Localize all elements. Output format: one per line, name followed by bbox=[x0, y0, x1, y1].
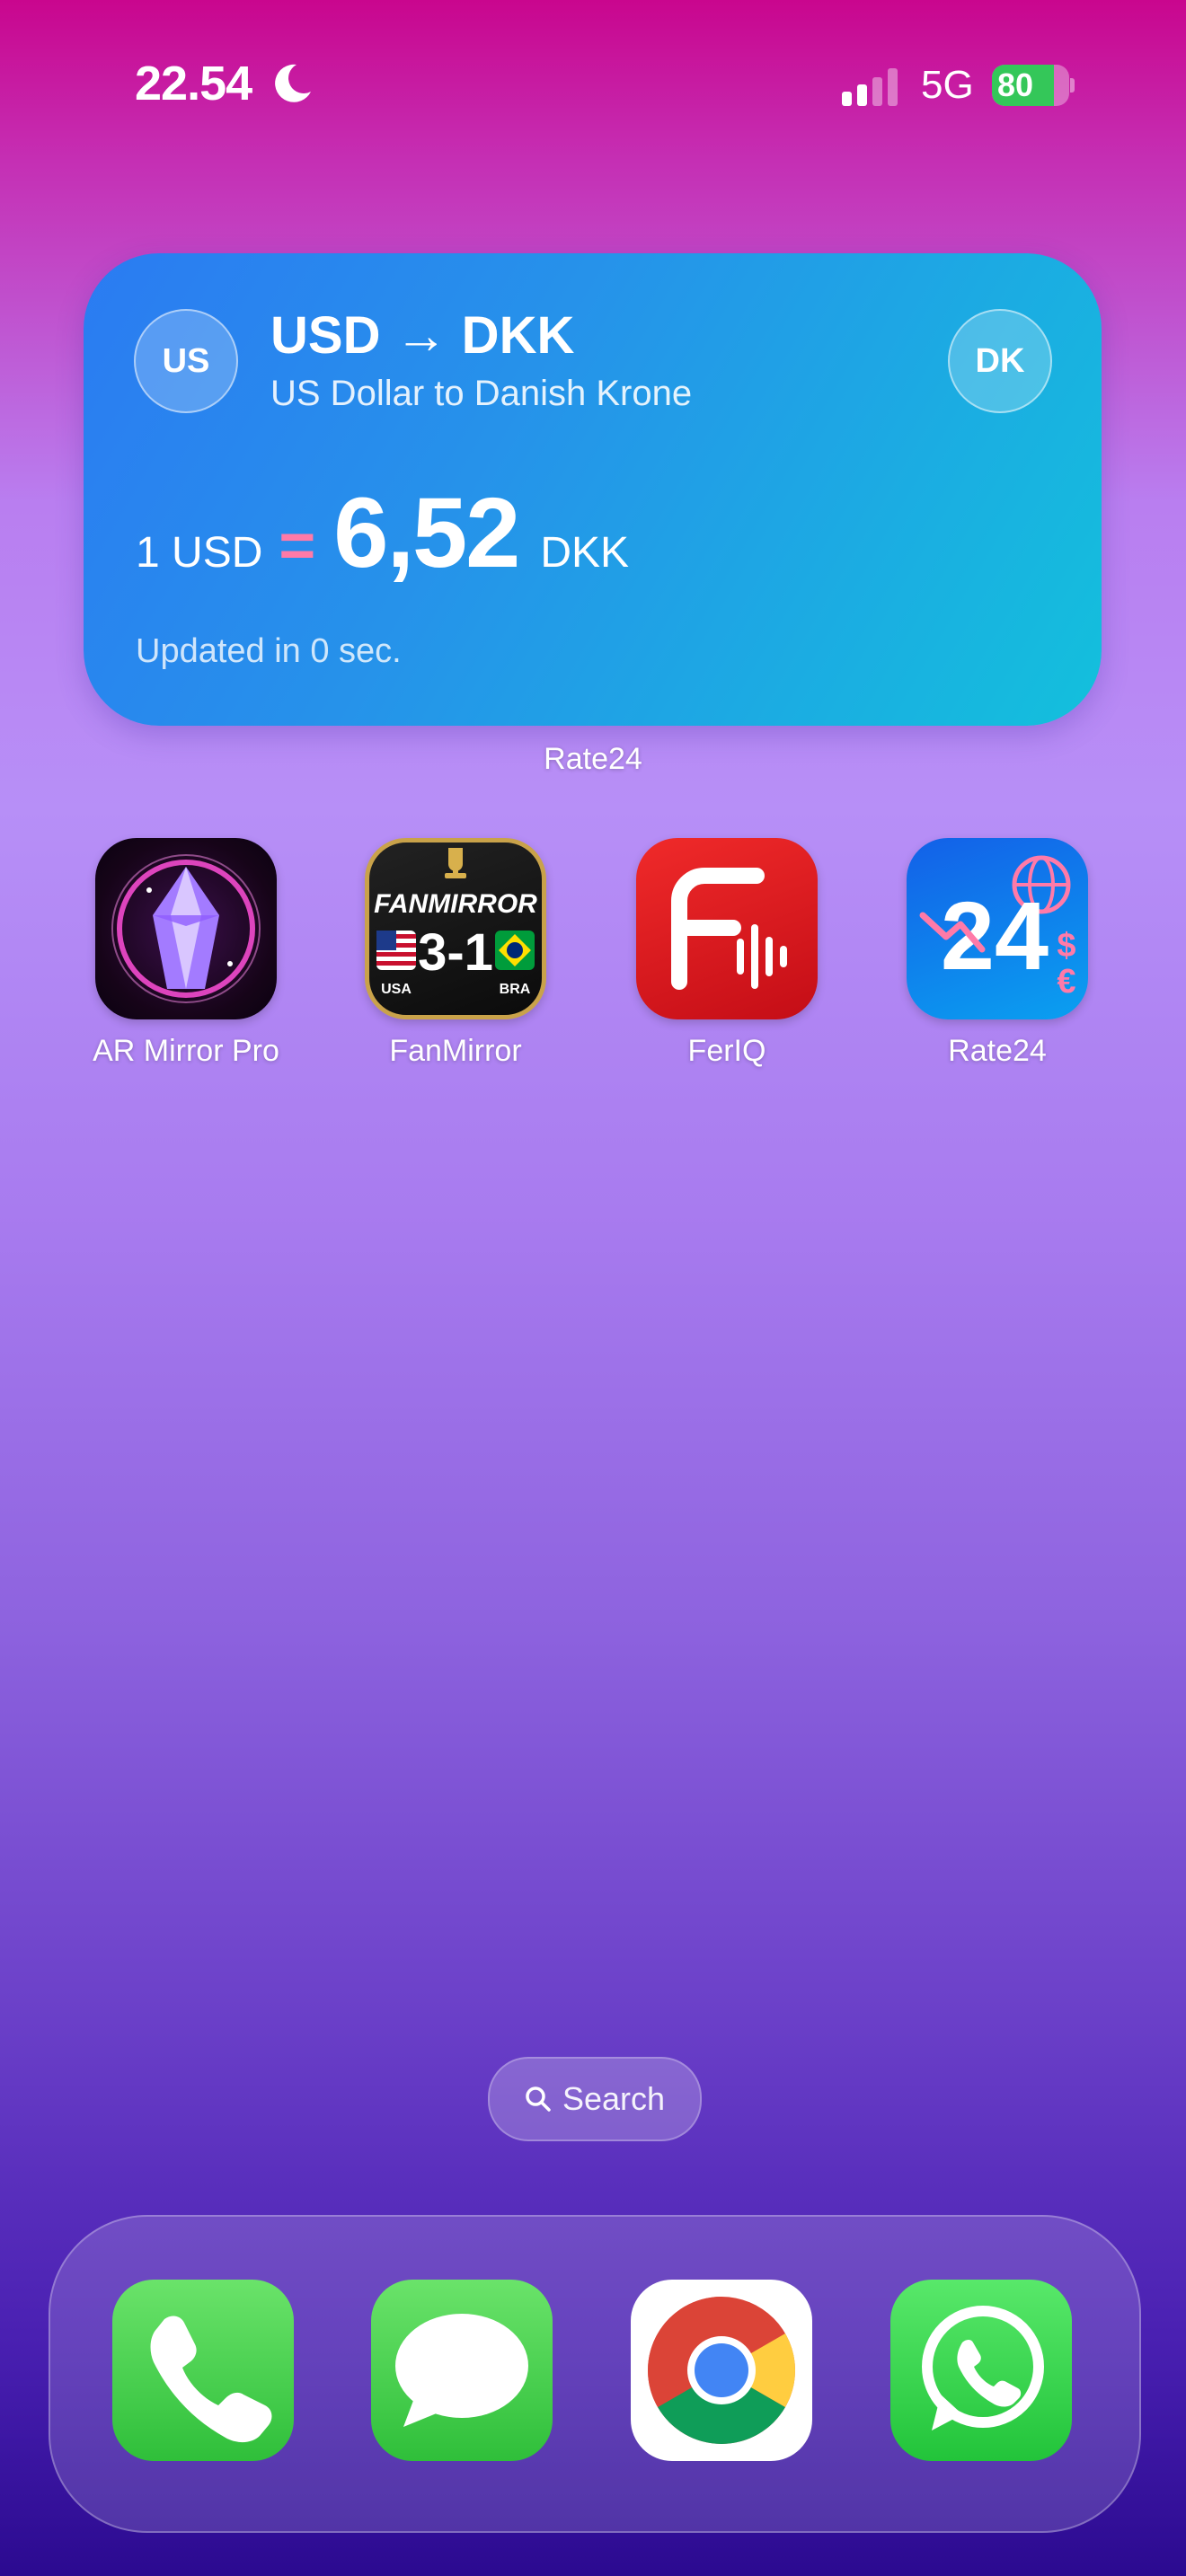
moon-icon bbox=[275, 64, 311, 102]
chrome-icon[interactable] bbox=[631, 2280, 812, 2461]
fanmirror-brand: FANMIRROR bbox=[374, 889, 537, 919]
whatsapp-icon[interactable] bbox=[890, 2280, 1072, 2461]
svg-text:€: € bbox=[1057, 963, 1075, 1001]
app-label: AR Mirror Pro bbox=[93, 1034, 279, 1068]
messages-icon[interactable] bbox=[371, 2280, 553, 2461]
app-fanmirror[interactable]: FANMIRROR 3-1 USA BRA FanMirror bbox=[348, 838, 563, 1069]
amount-label: 1 USD bbox=[136, 529, 263, 577]
rate24-badge: 24 bbox=[941, 881, 1049, 990]
network-type: 5G bbox=[921, 63, 974, 107]
widget-title: USD → DKK bbox=[270, 306, 575, 365]
app-label: Rate24 bbox=[948, 1034, 1047, 1068]
fanmirror-score: 3-1 bbox=[418, 923, 493, 982]
updated-text: Updated in 0 sec. bbox=[136, 632, 402, 670]
to-currency-badge: DK bbox=[948, 309, 1052, 413]
search-button[interactable]: Search bbox=[488, 2057, 702, 2141]
equals-sign: = bbox=[279, 510, 316, 580]
widget-app-label: Rate24 bbox=[544, 742, 642, 776]
status-time: 22.54 bbox=[135, 57, 252, 110]
team-left: USA bbox=[381, 982, 412, 997]
fanmirror-icon: FANMIRROR 3-1 USA BRA bbox=[365, 838, 546, 1019]
app-feriq[interactable]: FerIQ bbox=[619, 838, 835, 1069]
phone-icon[interactable] bbox=[112, 2280, 294, 2461]
rate24-icon: 24 $ € bbox=[907, 838, 1088, 1019]
battery-indicator: 80 bbox=[992, 65, 1075, 106]
app-label: FanMirror bbox=[389, 1034, 522, 1068]
currency-widget[interactable]: US USD → DKK US Dollar to Danish Krone D… bbox=[84, 253, 1102, 726]
from-currency-badge: US bbox=[134, 309, 238, 413]
widget-subtitle: US Dollar to Danish Krone bbox=[270, 374, 693, 413]
app-ar-mirror-pro[interactable]: AR Mirror Pro bbox=[78, 838, 294, 1069]
search-label: Search bbox=[562, 2080, 666, 2117]
app-rate24[interactable]: 24 $ € Rate24 bbox=[890, 838, 1105, 1069]
feriq-icon bbox=[636, 838, 818, 1019]
battery-percent: 80 bbox=[997, 66, 1034, 103]
team-right: BRA bbox=[500, 982, 531, 997]
search-icon bbox=[526, 2086, 551, 2112]
crystal-icon bbox=[95, 838, 277, 1019]
svg-text:$: $ bbox=[1057, 927, 1075, 965]
exchange-rate-row: 1 USD = 6,52 DKK bbox=[136, 476, 630, 588]
app-label: FerIQ bbox=[687, 1034, 766, 1068]
rate-value: 6,52 bbox=[333, 478, 520, 588]
rate-unit: DKK bbox=[540, 529, 630, 577]
signal-icon bbox=[842, 68, 898, 106]
